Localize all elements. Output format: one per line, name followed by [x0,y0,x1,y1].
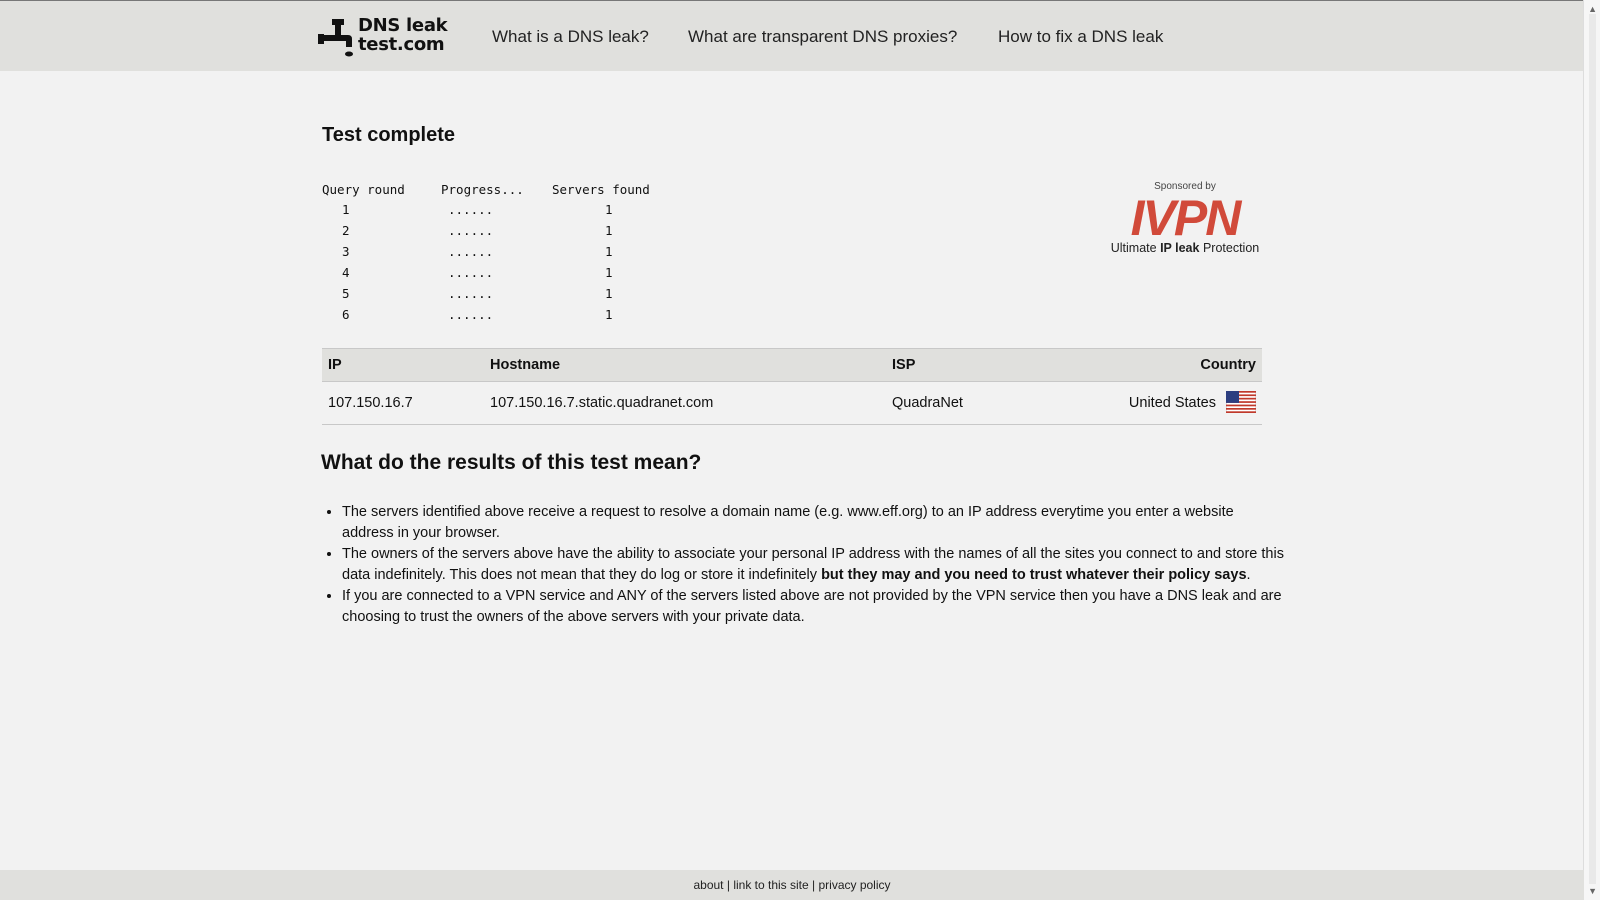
result-country-cell: United States [1098,381,1262,425]
header-isp: ISP [886,348,1098,382]
query-progress-table: Query round Progress... Servers found 1 … [322,179,650,325]
query-progress: ...... [448,244,494,259]
explanation-text: If you are connected to a VPN service an… [342,588,1282,625]
page-title: Test complete [322,124,455,146]
list-item: The servers identified above receive a r… [342,502,1288,544]
footer-link-to-site[interactable]: link to this site [733,878,808,892]
query-progress: ...... [448,265,494,280]
query-round: 5 [342,286,350,301]
explanation-bold: but they may and you need to trust whate… [821,567,1247,583]
query-servers: 1 [605,265,613,280]
tagline-post: Protection [1199,241,1260,255]
ivpn-logo: IVPN [1130,190,1242,246]
result-country: United States [1128,394,1216,411]
us-flag-icon [1226,391,1256,413]
result-ip: 107.150.16.7 [322,381,484,425]
header-query-round: Query round [322,181,405,197]
list-item: The owners of the servers above have the… [342,544,1288,586]
explanation-tail: . [1246,567,1251,583]
query-row: 1 ...... 1 [322,199,650,220]
query-table-header: Query round Progress... Servers found [322,179,650,199]
logo-line-2: test.com [358,34,445,55]
query-progress: ...... [448,202,494,217]
logo-line-1: DNS leak [358,15,448,36]
vertical-scrollbar[interactable]: ▲ ▼ [1583,0,1600,900]
tagline-pre: Ultimate [1110,241,1161,255]
table-row: 107.150.16.7 107.150.16.7.static.quadran… [322,381,1262,425]
query-round: 6 [342,307,350,322]
nav-how-to-fix[interactable]: How to fix a DNS leak [998,27,1163,47]
query-servers: 1 [605,202,613,217]
explanation-title: What do the results of this test mean? [321,451,702,474]
query-row: 5 ...... 1 [322,283,650,304]
query-row: 4 ...... 1 [322,262,650,283]
footer-separator: | [808,878,819,892]
query-row: 2 ...... 1 [322,220,650,241]
site-header: DNS leak test.com What is a DNS leak? Wh… [0,1,1584,71]
footer-separator: | [723,878,734,892]
tagline-bold: IP leak [1160,241,1200,255]
tap-icon [318,19,353,57]
query-round: 3 [342,244,350,259]
header-country: Country [1098,348,1262,382]
query-servers: 1 [605,286,613,301]
header-progress: Progress... [441,181,524,197]
sponsor-banner[interactable]: Sponsored by IVPN Ultimate IP leak Prote… [1110,181,1260,255]
explanation-text: The servers identified above receive a r… [342,504,1234,541]
query-round: 4 [342,265,350,280]
result-isp: QuadraNet [886,381,1098,425]
dns-results-table: IP Hostname ISP Country 107.150.16.7 107… [322,348,1262,425]
footer-about-link[interactable]: about [693,878,723,892]
site-footer: about | link to this site | privacy poli… [0,870,1584,900]
header-ip: IP [322,348,484,382]
query-round: 2 [342,223,350,238]
query-row: 3 ...... 1 [322,241,650,262]
query-progress: ...... [448,307,494,322]
footer-privacy-link[interactable]: privacy policy [818,878,890,892]
scroll-up-icon[interactable]: ▲ [1588,4,1597,14]
header-hostname: Hostname [484,348,886,382]
logo-text: DNS leak test.com [358,15,448,55]
query-round: 1 [342,202,350,217]
query-row: 6 ...... 1 [322,304,650,325]
nav-transparent-dns-proxies[interactable]: What are transparent DNS proxies? [688,27,957,47]
query-progress: ...... [448,223,494,238]
site-logo[interactable]: DNS leak test.com [318,15,448,57]
nav-what-is-dns-leak[interactable]: What is a DNS leak? [492,27,649,47]
explanation-list: The servers identified above receive a r… [322,502,1288,628]
query-servers: 1 [605,223,613,238]
result-hostname: 107.150.16.7.static.quadranet.com [484,381,886,425]
results-header-row: IP Hostname ISP Country [322,348,1262,382]
query-progress: ...... [448,286,494,301]
list-item: If you are connected to a VPN service an… [342,586,1288,628]
scroll-down-icon[interactable]: ▼ [1588,886,1597,896]
query-servers: 1 [605,244,613,259]
scrollbar-thumb[interactable] [1589,14,1596,884]
sponsor-tagline: Ultimate IP leak Protection [1110,241,1260,255]
query-servers: 1 [605,307,613,322]
header-servers-found: Servers found [552,181,650,197]
